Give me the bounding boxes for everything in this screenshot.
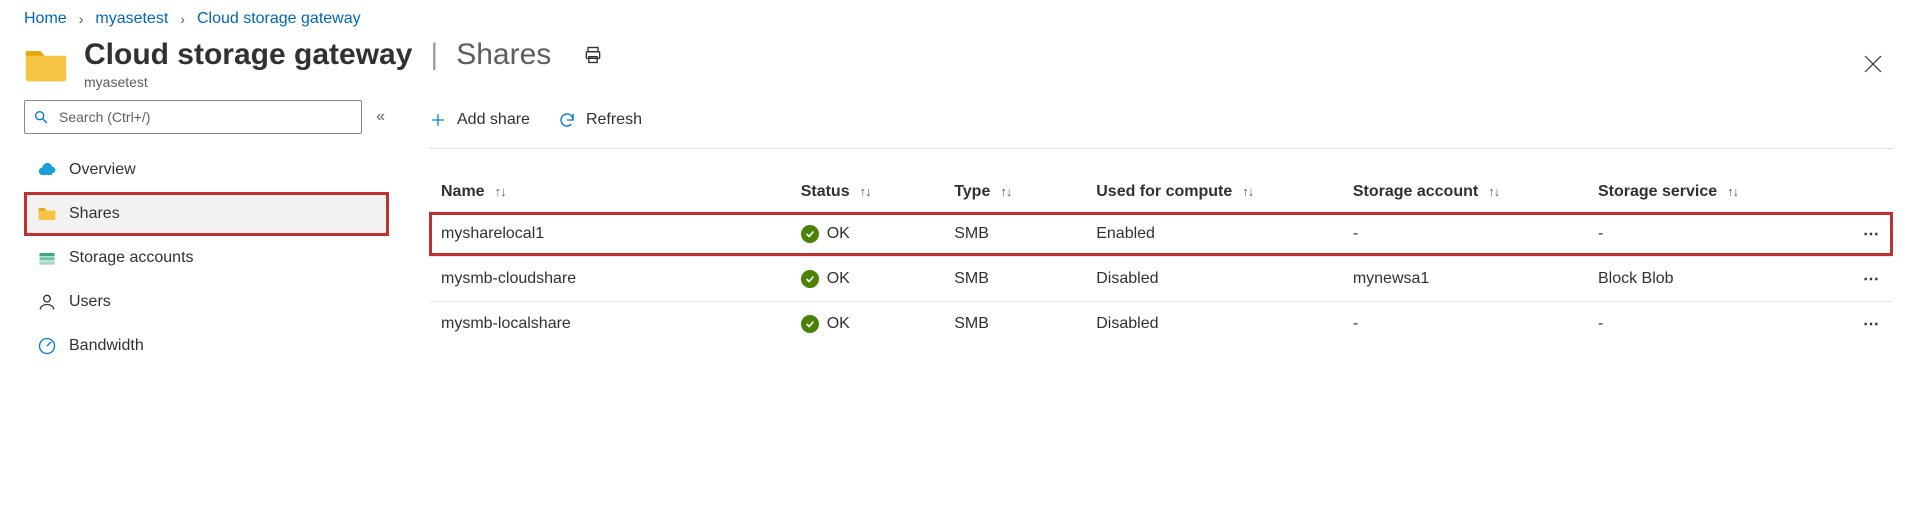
search-input[interactable] xyxy=(57,108,353,126)
page-section: Shares xyxy=(456,38,551,72)
sidebar-item-shares[interactable]: Shares xyxy=(24,192,389,236)
cell-status: OK xyxy=(789,302,943,347)
refresh-button[interactable]: Refresh xyxy=(558,111,642,129)
sidebar-item-label: Storage accounts xyxy=(69,249,194,267)
sidebar-item-label: Overview xyxy=(69,161,136,179)
shares-table: Name↑↓ Status↑↓ Type↑↓ Used for compute↑… xyxy=(429,173,1893,346)
cell-service: Block Blob xyxy=(1586,257,1820,302)
sidebar-item-overview[interactable]: Overview xyxy=(24,148,389,192)
breadcrumb: Home › myasetest › Cloud storage gateway xyxy=(0,0,1917,32)
table-row[interactable]: mysmb-localshareOKSMBDisabled--⋯ xyxy=(429,302,1893,347)
cell-compute: Disabled xyxy=(1084,302,1341,347)
breadcrumb-item[interactable]: Home xyxy=(24,10,67,28)
user-icon xyxy=(37,292,57,312)
row-more-button[interactable]: ⋯ xyxy=(1820,302,1893,347)
cell-service: - xyxy=(1586,212,1820,257)
checkmark-icon xyxy=(801,270,819,288)
sidebar-item-users[interactable]: Users xyxy=(24,280,389,324)
print-icon[interactable] xyxy=(583,45,603,65)
storage-icon xyxy=(37,248,57,268)
page-subtitle: myasetest xyxy=(84,74,1853,90)
search-icon xyxy=(33,109,49,125)
refresh-icon xyxy=(558,111,576,129)
refresh-label: Refresh xyxy=(586,111,642,129)
page-title: Cloud storage gateway xyxy=(84,38,412,72)
table-row[interactable]: mysmb-cloudshareOKSMBDisabledmynewsa1Blo… xyxy=(429,257,1893,302)
collapse-sidebar-button[interactable]: « xyxy=(372,108,389,126)
cell-account: mynewsa1 xyxy=(1341,257,1586,302)
cloud-icon xyxy=(37,160,57,180)
cell-name[interactable]: mysmb-cloudshare xyxy=(429,257,789,302)
cell-compute: Disabled xyxy=(1084,257,1341,302)
folder-icon xyxy=(37,204,57,224)
breadcrumb-item[interactable]: Cloud storage gateway xyxy=(197,10,361,28)
column-header-name[interactable]: Name↑↓ xyxy=(429,173,789,212)
title-separator: | xyxy=(426,38,442,72)
cell-type: SMB xyxy=(942,212,1084,257)
checkmark-icon xyxy=(801,315,819,333)
cell-compute: Enabled xyxy=(1084,212,1341,257)
sidebar-item-label: Bandwidth xyxy=(69,337,144,355)
meter-icon xyxy=(37,336,57,356)
column-header-service[interactable]: Storage service↑↓ xyxy=(1586,173,1820,212)
cell-type: SMB xyxy=(942,257,1084,302)
cell-status: OK xyxy=(789,212,943,257)
sidebar-item-storage[interactable]: Storage accounts xyxy=(24,236,389,280)
close-button[interactable] xyxy=(1853,44,1893,84)
checkmark-icon xyxy=(801,225,819,243)
column-header-status[interactable]: Status↑↓ xyxy=(789,173,943,212)
row-more-button[interactable]: ⋯ xyxy=(1820,212,1893,257)
cell-name[interactable]: mysmb-localshare xyxy=(429,302,789,347)
plus-icon xyxy=(429,111,447,129)
cell-status: OK xyxy=(789,257,943,302)
sidebar-item-bandwidth[interactable]: Bandwidth xyxy=(24,324,389,368)
folder-icon xyxy=(24,44,68,84)
table-row[interactable]: mysharelocal1OKSMBEnabled--⋯ xyxy=(429,212,1893,257)
cell-account: - xyxy=(1341,302,1586,347)
cell-type: SMB xyxy=(942,302,1084,347)
sidebar-item-label: Shares xyxy=(69,205,120,223)
row-more-button[interactable]: ⋯ xyxy=(1820,257,1893,302)
cell-service: - xyxy=(1586,302,1820,347)
add-share-button[interactable]: Add share xyxy=(429,111,530,129)
search-box[interactable] xyxy=(24,100,362,134)
column-header-account[interactable]: Storage account↑↓ xyxy=(1341,173,1586,212)
column-header-compute[interactable]: Used for compute↑↓ xyxy=(1084,173,1341,212)
cell-name[interactable]: mysharelocal1 xyxy=(429,212,789,257)
chevron-right-icon: › xyxy=(180,11,185,27)
breadcrumb-item[interactable]: myasetest xyxy=(95,10,168,28)
sidebar-item-label: Users xyxy=(69,293,111,311)
cell-account: - xyxy=(1341,212,1586,257)
add-share-label: Add share xyxy=(457,111,530,129)
chevron-right-icon: › xyxy=(79,11,84,27)
column-header-type[interactable]: Type↑↓ xyxy=(942,173,1084,212)
